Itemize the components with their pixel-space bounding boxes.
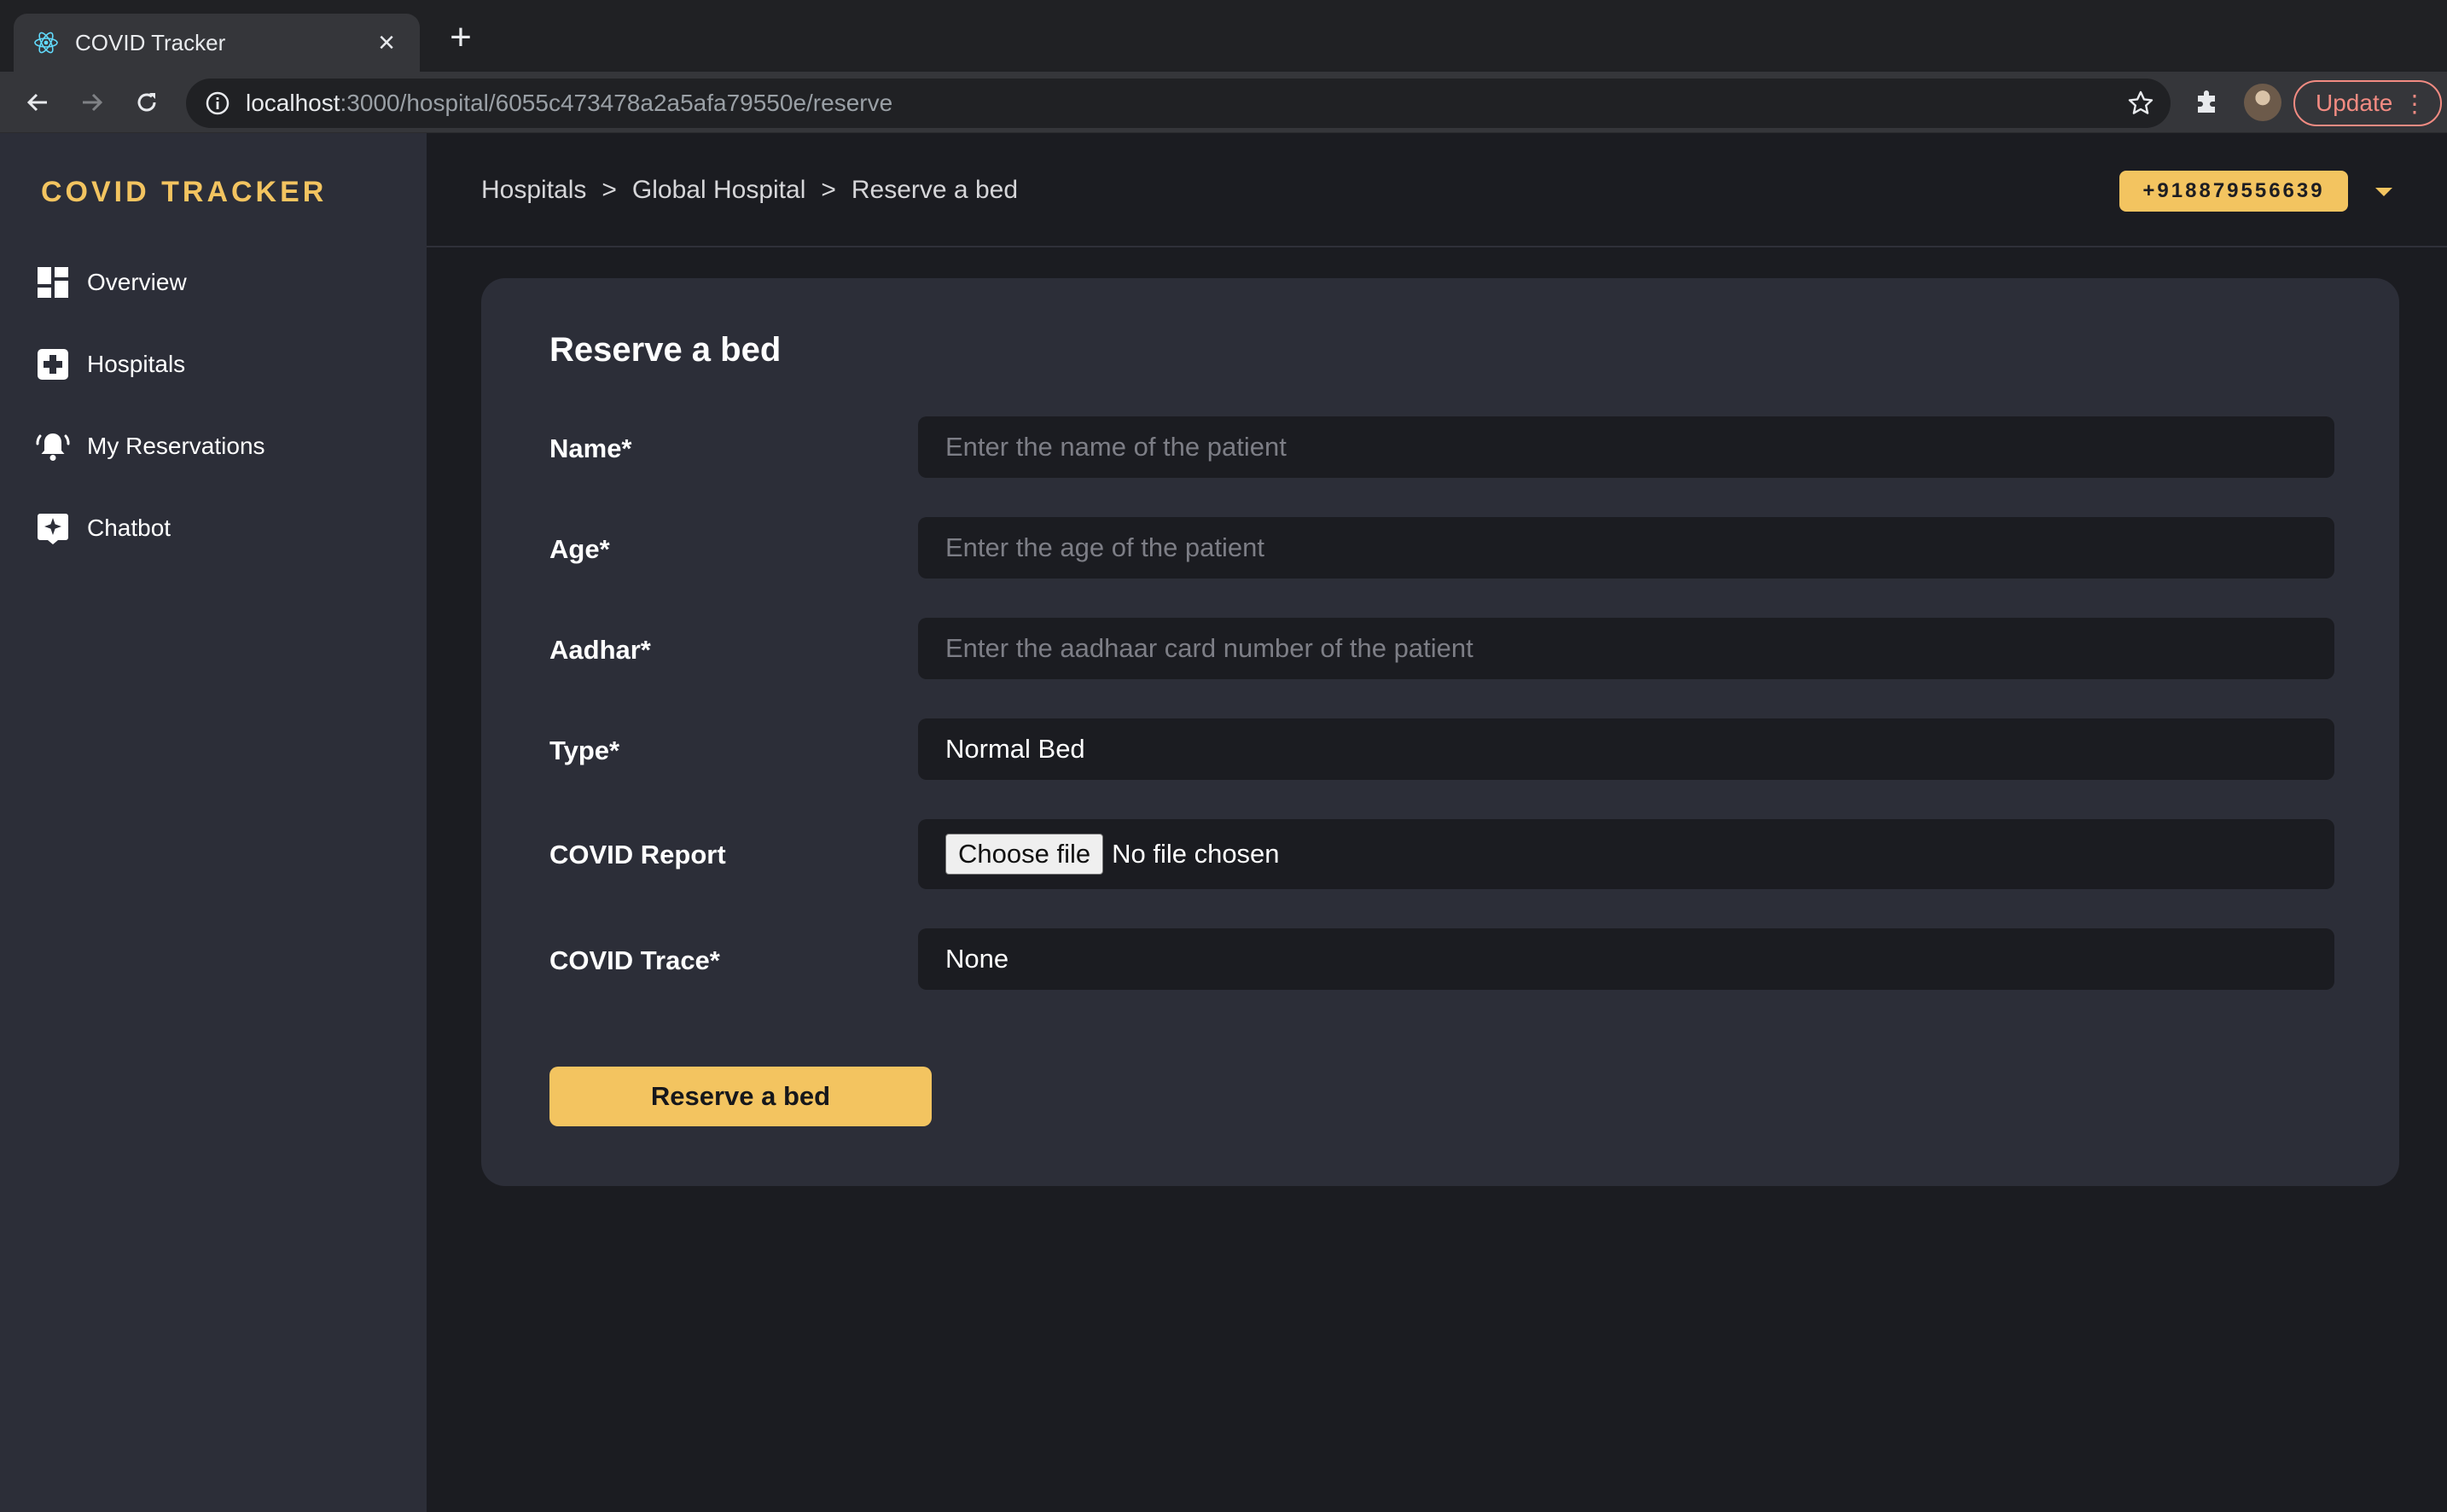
sidebar-item-hospitals[interactable]: Hospitals [36,343,394,386]
new-tab-icon[interactable]: + [444,19,478,56]
age-input[interactable] [918,517,2334,579]
sidebar-item-label: Hospitals [87,351,186,377]
browser-update-button[interactable]: Update ⋮ [2293,80,2442,126]
top-bar: Hospitals > Global Hospital > Reserve a … [427,133,2447,247]
breadcrumb: Hospitals > Global Hospital > Reserve a … [481,176,1018,205]
breadcrumb-hospitals[interactable]: Hospitals [481,176,586,205]
covid-trace-label: COVID Trace* [549,945,720,975]
age-label: Age* [549,534,610,564]
breadcrumb-separator: > [602,176,617,204]
sidebar-item-label: Overview [87,269,187,295]
sidebar-item-overview[interactable]: Overview [36,261,394,304]
sidebar: COVID TRACKER Overview Hospitals My Rese… [0,133,427,1512]
reserve-bed-card: Reserve a bed Name* Age* Aadhar* Type* N… [481,278,2399,1186]
name-input[interactable] [918,416,2334,478]
browser-toolbar: localhost:3000/hospital/6055c473478a2a5a… [0,72,2447,133]
back-icon[interactable] [20,85,55,119]
brand-logo-text[interactable]: COVID TRACKER [41,176,327,209]
breadcrumb-separator: > [821,176,836,204]
react-logo-icon [34,32,58,54]
browser-tab[interactable]: COVID Tracker × [14,14,420,72]
type-label: Type* [549,736,620,765]
covid-report-label: COVID Report [549,840,726,869]
covid-trace-select[interactable]: None [918,928,2334,990]
url-path: :3000/hospital/6055c473478a2a5afa79550e/… [340,90,893,116]
sidebar-item-my-reservations[interactable]: My Reservations [36,425,394,468]
tab-title: COVID Tracker [75,29,226,55]
breadcrumb-current: Reserve a bed [851,176,1019,204]
bed-type-select[interactable]: Normal Bed [918,718,2334,780]
bookmark-star-icon[interactable] [2126,89,2155,118]
caret-down-icon[interactable] [2374,186,2394,198]
name-label: Name* [549,433,632,463]
choose-file-button[interactable]: Choose file [945,834,1104,875]
bed-type-value: Normal Bed [945,734,1085,764]
covid-report-file-input: Choose file No file chosen [918,819,2334,889]
browser-tab-strip: COVID Tracker × + [0,0,2447,72]
update-label: Update [2316,90,2393,116]
user-phone-badge[interactable]: +918879556639 [2119,171,2348,212]
dashboard-icon [38,267,68,298]
forward-icon[interactable] [75,85,109,119]
sidebar-item-chatbot[interactable]: Chatbot [36,507,394,550]
hospital-plus-icon [38,349,68,380]
aadhar-label: Aadhar* [549,635,651,665]
reload-icon[interactable] [130,85,164,119]
chatbot-sparkle-icon [38,514,68,544]
sidebar-item-label: Chatbot [87,515,171,541]
address-bar[interactable]: localhost:3000/hospital/6055c473478a2a5a… [186,79,2171,128]
site-info-icon[interactable] [205,90,230,116]
bell-icon [36,433,70,461]
aadhar-input[interactable] [918,618,2334,679]
app-root: COVID TRACKER Overview Hospitals My Rese… [0,133,2447,1512]
menu-dots-icon[interactable]: ⋮ [2403,92,2427,116]
url-host: localhost [246,90,340,116]
reserve-bed-button[interactable]: Reserve a bed [549,1067,932,1126]
profile-avatar[interactable] [2244,84,2281,121]
close-tab-icon[interactable]: × [372,28,401,57]
breadcrumb-global-hospital[interactable]: Global Hospital [632,176,805,205]
covid-trace-value: None [945,944,1009,974]
sidebar-item-label: My Reservations [87,433,265,459]
form-title: Reserve a bed [549,331,782,369]
extensions-puzzle-icon[interactable] [2191,87,2222,118]
file-status: No file chosen [1112,839,1280,869]
main-content: Hospitals > Global Hospital > Reserve a … [427,133,2447,1512]
